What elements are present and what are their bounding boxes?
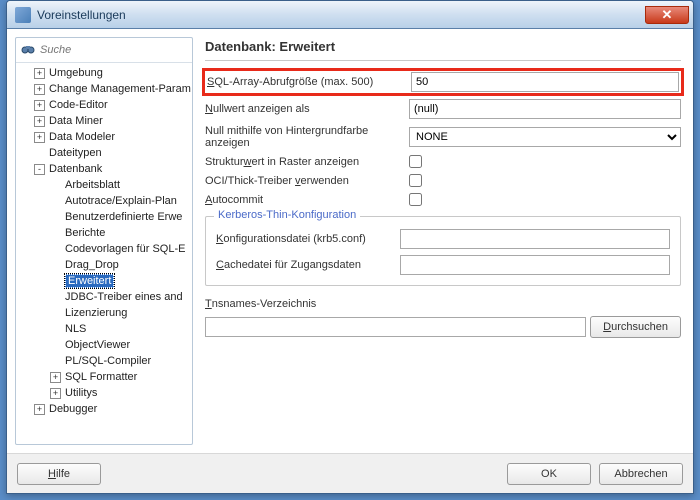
tree-expand-icon[interactable]: + — [34, 132, 45, 143]
tree-item-label: Change Management-Param — [49, 83, 191, 95]
tree-item-erweitert[interactable]: Erweitert — [16, 273, 192, 289]
tree-item-label: Erweitert — [65, 274, 114, 288]
krb-cache-input[interactable] — [400, 255, 670, 275]
null-display-input[interactable] — [409, 99, 681, 119]
null-bg-label: Null mithilfe von Hintergrundfarbe anzei… — [205, 125, 405, 149]
tree-item-lizenzierung[interactable]: Lizenzierung — [16, 305, 192, 321]
tree-item-label: Utilitys — [65, 387, 97, 399]
tns-label: Tnsnames-Verzeichnis — [205, 298, 405, 310]
tree-item-drag-drop[interactable]: Drag_Drop — [16, 257, 192, 273]
tree-item-jdbc-treiber-eines-and[interactable]: JDBC-Treiber eines and — [16, 289, 192, 305]
titlebar: Voreinstellungen ✕ — [7, 1, 693, 29]
tree-item-label: JDBC-Treiber eines and — [65, 291, 183, 303]
search-input[interactable] — [40, 44, 188, 56]
oci-label: OCI/Thick-Treiber verwenden — [205, 175, 405, 187]
tree-item-debugger[interactable]: + Debugger — [16, 401, 192, 417]
tree-item-umgebung[interactable]: + Umgebung — [16, 65, 192, 81]
tree-item-code-editor[interactable]: + Code-Editor — [16, 97, 192, 113]
tree-item-label: Debugger — [49, 403, 97, 415]
tree-item-benutzerdefinierte-erwe[interactable]: Benutzerdefinierte Erwe — [16, 209, 192, 225]
struct-label: Strukturwert in Raster anzeigen — [205, 156, 405, 168]
null-display-label: Nullwert anzeigen als — [205, 103, 405, 115]
tree-item-change-management-param[interactable]: + Change Management-Param — [16, 81, 192, 97]
tree-item-autotrace-explain-plan[interactable]: Autotrace/Explain-Plan — [16, 193, 192, 209]
tns-input[interactable] — [205, 317, 586, 337]
sql-array-input[interactable] — [411, 72, 679, 92]
tree-expand-icon[interactable]: + — [34, 100, 45, 111]
close-button[interactable]: ✕ — [645, 6, 689, 24]
main-panel: Datenbank: Erweitert SQL-Array-Abrufgröß… — [201, 37, 685, 445]
search-box — [16, 38, 192, 63]
app-icon — [15, 7, 31, 23]
tree-item-label: Autotrace/Explain-Plan — [65, 195, 177, 207]
tree-item-label: Berichte — [65, 227, 105, 239]
tree-item-data-modeler[interactable]: + Data Modeler — [16, 129, 192, 145]
tree-item-label: Code-Editor — [49, 99, 108, 111]
preferences-window: Voreinstellungen ✕ + Umgebung + Change Mana… — [6, 0, 694, 494]
sidebar: + Umgebung + Change Management-Param + Code-E… — [15, 37, 193, 445]
tree-item-label: NLS — [65, 323, 86, 335]
tree-expand-icon[interactable]: + — [50, 372, 61, 383]
tree-expand-icon[interactable]: + — [50, 388, 61, 399]
autocommit-checkbox[interactable] — [409, 193, 422, 206]
page-title: Datenbank: Erweitert — [205, 37, 681, 61]
oci-checkbox[interactable] — [409, 174, 422, 187]
ok-button[interactable]: OK — [507, 463, 591, 485]
tree-item-arbeitsblatt[interactable]: Arbeitsblatt — [16, 177, 192, 193]
tree-item-objectviewer[interactable]: ObjectViewer — [16, 337, 192, 353]
binoculars-icon — [20, 42, 36, 58]
tree-expand-icon[interactable]: + — [34, 84, 45, 95]
tree-item-label: Arbeitsblatt — [65, 179, 120, 191]
tree-expand-icon[interactable]: + — [34, 116, 45, 127]
sql-array-label: SQL-Array-Abrufgröße (max. 500) — [207, 76, 407, 88]
tree-item-label: Codevorlagen für SQL-E — [65, 243, 185, 255]
tree-item-sql-formatter[interactable]: + SQL Formatter — [16, 369, 192, 385]
dialog-footer: Hilfe OK Abbrechen — [7, 453, 693, 493]
autocommit-label: Autocommit — [205, 194, 405, 206]
tree-expand-icon[interactable]: + — [34, 404, 45, 415]
struct-checkbox[interactable] — [409, 155, 422, 168]
tree-item-dateitypen[interactable]: Dateitypen — [16, 145, 192, 161]
tree-item-label: Datenbank — [49, 163, 102, 175]
krb-conf-input[interactable] — [400, 229, 670, 249]
tree-item-pl-sql-compiler[interactable]: PL/SQL-Compiler — [16, 353, 192, 369]
tree-item-label: Umgebung — [49, 67, 103, 79]
cancel-button[interactable]: Abbrechen — [599, 463, 683, 485]
browse-button[interactable]: Durchsuchen — [590, 316, 681, 338]
tree-item-label: Data Miner — [49, 115, 103, 127]
krb-conf-label: Konfigurationsdatei (krb5.conf) — [216, 233, 396, 245]
tree-expand-icon[interactable]: - — [34, 164, 45, 175]
tree-item-label: Drag_Drop — [65, 259, 119, 271]
tree-item-label: PL/SQL-Compiler — [65, 355, 151, 367]
tree-item-berichte[interactable]: Berichte — [16, 225, 192, 241]
tree-item-label: Dateitypen — [49, 147, 102, 159]
null-bg-select[interactable]: NONE — [409, 127, 681, 147]
tree-item-data-miner[interactable]: + Data Miner — [16, 113, 192, 129]
tree-item-label: ObjectViewer — [65, 339, 130, 351]
kerberos-group-title: Kerberos-Thin-Konfiguration — [214, 209, 360, 221]
kerberos-group: Kerberos-Thin-Konfiguration Konfiguratio… — [205, 216, 681, 286]
window-title: Voreinstellungen — [37, 8, 646, 22]
tree-item-nls[interactable]: NLS — [16, 321, 192, 337]
tree-item-codevorlagen-f-r-sql-e[interactable]: Codevorlagen für SQL-E — [16, 241, 192, 257]
tree-item-label: SQL Formatter — [65, 371, 137, 383]
sql-array-row: SQL-Array-Abrufgröße (max. 500) — [205, 71, 681, 93]
tree-item-label: Benutzerdefinierte Erwe — [65, 211, 182, 223]
tree-expand-icon[interactable]: + — [34, 68, 45, 79]
help-button[interactable]: Hilfe — [17, 463, 101, 485]
tree-item-datenbank[interactable]: -Datenbank — [16, 161, 192, 177]
tree-item-utilitys[interactable]: + Utilitys — [16, 385, 192, 401]
krb-cache-label: Cachedatei für Zugangsdaten — [216, 259, 396, 271]
tree-item-label: Data Modeler — [49, 131, 115, 143]
preferences-tree[interactable]: + Umgebung + Change Management-Param + Code-E… — [16, 63, 192, 444]
tree-item-label: Lizenzierung — [65, 307, 127, 319]
